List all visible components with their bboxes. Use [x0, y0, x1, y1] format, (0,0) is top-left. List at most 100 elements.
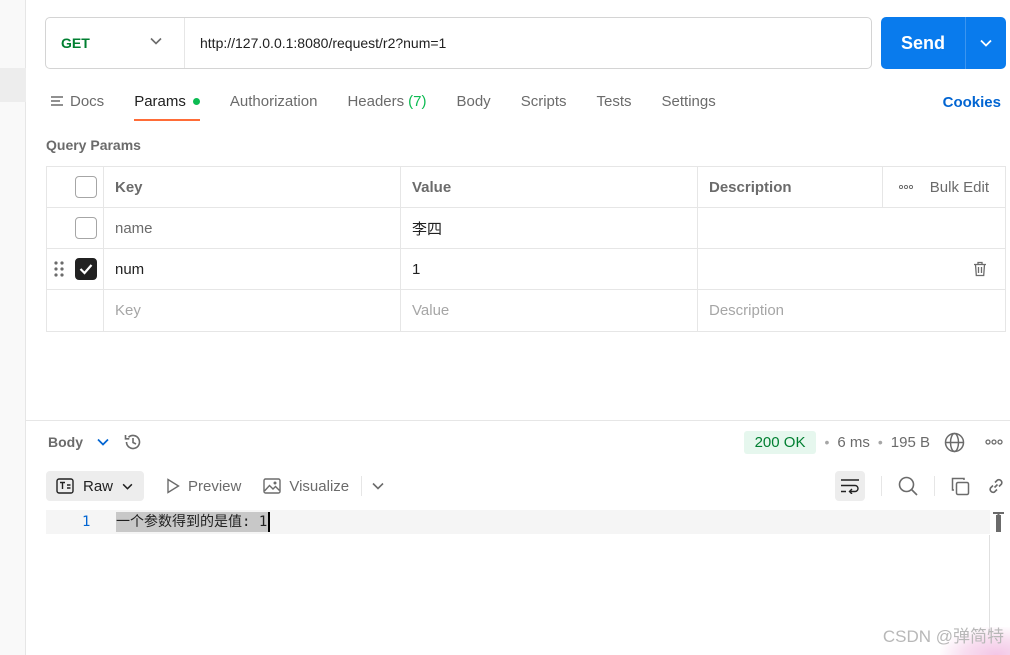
column-header-key: Key	[104, 167, 401, 207]
bulk-edit-button[interactable]: Bulk Edit	[882, 167, 1005, 207]
chevron-down-icon[interactable]	[97, 438, 109, 446]
sidebar-selected-item[interactable]	[0, 68, 26, 102]
status-badge[interactable]: 200 OK	[743, 430, 817, 454]
headers-count: (7)	[408, 92, 427, 110]
table-row: num 1	[47, 249, 1005, 290]
globe-icon[interactable]	[944, 432, 965, 453]
visualize-label: Visualize	[289, 477, 350, 495]
cookies-link[interactable]: Cookies	[943, 94, 1001, 111]
table-row: name 李四	[47, 208, 1005, 249]
table-header-row: Key Value Description Bulk Edit	[47, 167, 1005, 208]
preview-label: Preview	[188, 477, 242, 495]
params-table: Key Value Description Bulk Edit name 李四	[46, 166, 1006, 332]
link-icon[interactable]	[986, 476, 1006, 496]
bulk-edit-label: Bulk Edit	[929, 178, 989, 196]
row-checkbox-checked[interactable]	[75, 258, 97, 280]
search-icon[interactable]	[898, 476, 918, 496]
tab-params-label: Params	[134, 92, 186, 110]
response-time[interactable]: 6 ms	[837, 434, 870, 451]
param-value-cell[interactable]: 李四	[401, 208, 698, 248]
docs-icon	[51, 96, 63, 106]
select-all-checkbox[interactable]	[75, 176, 97, 198]
response-body-text[interactable]: 一个参数得到的是值: 1	[116, 512, 271, 532]
history-icon[interactable]	[123, 432, 143, 452]
chevron-down-icon	[122, 483, 133, 490]
tab-scripts-label: Scripts	[520, 92, 567, 110]
view-mode-label: Raw	[83, 477, 114, 495]
drag-handle-icon[interactable]	[54, 260, 64, 278]
tab-authorization-label: Authorization	[229, 92, 318, 110]
raw-text-icon	[56, 478, 74, 494]
new-description-input[interactable]: Description	[698, 290, 1005, 331]
new-value-input[interactable]: Value	[401, 290, 698, 331]
tab-settings[interactable]: Settings	[662, 86, 716, 116]
tab-headers-label: Headers	[347, 92, 405, 110]
param-key-cell[interactable]: num	[104, 249, 401, 289]
separator-dot: •	[824, 434, 830, 450]
tab-settings-label: Settings	[661, 92, 716, 110]
tab-tests[interactable]: Tests	[597, 86, 632, 116]
row-checkbox-cell	[47, 290, 104, 331]
toolbar-divider	[934, 476, 935, 496]
query-params-title: Query Params	[46, 137, 141, 153]
visualize-button[interactable]: Visualize	[263, 478, 349, 495]
response-size[interactable]: 195 B	[891, 434, 930, 451]
tab-headers[interactable]: Headers (7)	[347, 86, 426, 116]
param-value-cell[interactable]: 1	[401, 249, 698, 289]
chevron-down-icon	[150, 37, 162, 45]
copy-icon[interactable]	[951, 477, 970, 496]
response-body-label[interactable]: Body	[48, 434, 83, 450]
image-icon	[263, 478, 282, 494]
param-description-cell[interactable]	[698, 249, 1005, 289]
chevron-down-icon	[980, 39, 992, 47]
param-description-cell[interactable]	[698, 208, 1005, 248]
row-checkbox-cell	[47, 208, 104, 248]
send-button-group: Send	[881, 17, 1006, 69]
response-toolbar: Raw Preview Visualize	[46, 471, 1006, 501]
params-active-dot	[192, 97, 200, 105]
separator-dot: •	[877, 434, 883, 450]
url-input[interactable]	[185, 18, 871, 68]
new-key-input[interactable]: Key	[104, 290, 401, 331]
table-row-new: Key Value Description	[47, 290, 1005, 331]
wrap-lines-button[interactable]	[835, 471, 865, 501]
watermark: CSDN @弹简特	[882, 627, 1004, 646]
tab-tests-label: Tests	[596, 92, 632, 110]
response-editor[interactable]: 1 一个参数得到的是值: 1	[46, 510, 990, 534]
request-tabs: Docs Params Authorization Headers (7) Bo…	[50, 86, 746, 122]
sidebar-strip	[0, 0, 26, 655]
play-icon	[167, 478, 180, 494]
toolbar-divider	[881, 476, 882, 496]
column-header-value: Value	[401, 167, 698, 207]
send-options-button[interactable]	[966, 17, 1006, 69]
tab-params[interactable]: Params	[134, 86, 200, 121]
text-cursor-icon	[993, 512, 1004, 532]
url-bar: GET	[45, 17, 872, 69]
toolbar-divider	[361, 476, 363, 496]
response-header: Body 200 OK • 6 ms • 195 B	[48, 428, 1003, 456]
response-divider[interactable]	[26, 420, 1010, 421]
row-checkbox-cell	[47, 249, 104, 289]
preview-button[interactable]: Preview	[166, 478, 241, 495]
tab-docs-label: Docs	[70, 92, 105, 110]
tab-body[interactable]: Body	[456, 86, 490, 116]
header-checkbox-cell	[47, 167, 104, 207]
tab-authorization[interactable]: Authorization	[230, 86, 318, 116]
column-header-description: Description	[709, 178, 792, 196]
method-select[interactable]: GET	[46, 18, 185, 68]
send-button[interactable]: Send	[881, 17, 965, 69]
method-label: GET	[61, 35, 90, 51]
row-checkbox[interactable]	[75, 217, 97, 239]
view-mode-select[interactable]: Raw	[46, 471, 144, 501]
response-actions	[835, 471, 1006, 501]
tab-scripts[interactable]: Scripts	[521, 86, 567, 116]
chevron-down-icon[interactable]	[372, 482, 384, 490]
param-key-cell[interactable]: name	[104, 208, 401, 248]
more-horizontal-icon[interactable]	[985, 439, 1003, 445]
tab-docs[interactable]: Docs	[50, 86, 104, 116]
more-horizontal-icon	[898, 185, 913, 189]
trash-icon[interactable]	[973, 261, 987, 277]
line-number: 1	[82, 514, 91, 530]
check-icon	[79, 264, 93, 275]
tab-body-label: Body	[456, 92, 491, 110]
